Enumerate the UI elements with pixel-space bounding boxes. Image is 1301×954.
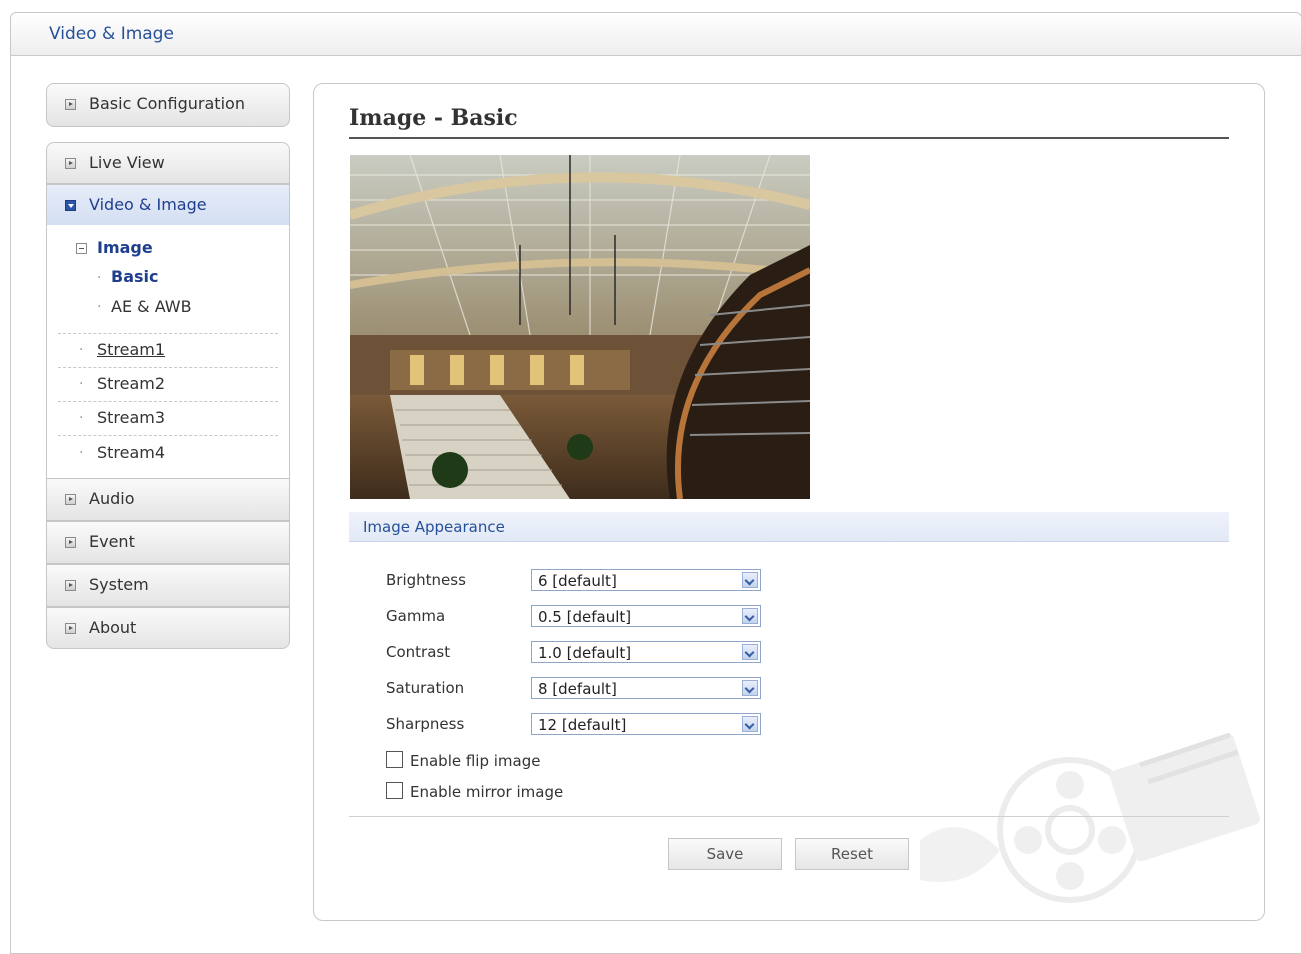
dropdown-arrow-icon — [742, 572, 758, 588]
collapsed-square-icon — [65, 158, 76, 169]
divider — [58, 435, 278, 436]
dropdown-arrow-icon — [742, 716, 758, 732]
tree-item-ae-awb[interactable]: AE & AWB — [111, 297, 192, 316]
saturation-label: Saturation — [386, 679, 465, 697]
dropdown-arrow-icon — [742, 644, 758, 660]
divider — [58, 333, 278, 334]
expanded-square-icon — [65, 200, 76, 211]
divider — [58, 367, 278, 368]
bullet-icon: · — [79, 445, 84, 461]
collapsed-square-icon — [65, 623, 76, 634]
divider — [58, 401, 278, 402]
sidebar-item-video-image[interactable]: Video & Image — [46, 184, 290, 226]
gamma-value: 0.5 [default] — [538, 608, 632, 626]
sidebar-item-event[interactable]: Event — [46, 521, 290, 564]
dropdown-arrow-icon — [742, 680, 758, 696]
gamma-select[interactable]: 0.5 [default] — [531, 605, 761, 627]
tree-item-stream2[interactable]: Stream2 — [97, 374, 165, 393]
gamma-label: Gamma — [386, 607, 446, 625]
film-reel-icon — [920, 732, 1260, 903]
section-title: Image Appearance — [363, 518, 505, 536]
brightness-select[interactable]: 6 [default] — [531, 569, 761, 591]
divider — [349, 816, 1229, 817]
sidebar-item-audio[interactable]: Audio — [46, 478, 290, 521]
collapsed-square-icon — [65, 494, 76, 505]
tree-item-stream1[interactable]: Stream1 — [97, 340, 165, 359]
sidebar-item-label: System — [89, 575, 149, 594]
video-preview-image — [350, 155, 810, 499]
flip-image-checkbox[interactable] — [386, 751, 403, 768]
sidebar-item-label: Video & Image — [89, 195, 207, 214]
sharpness-select[interactable]: 12 [default] — [531, 713, 761, 735]
top-bar: Video & Image — [11, 13, 1301, 56]
sidebar-item-label: Basic Configuration — [89, 94, 245, 113]
page-title: Image - Basic — [349, 105, 518, 131]
contrast-value: 1.0 [default] — [538, 644, 632, 662]
tree-item-stream4[interactable]: Stream4 — [97, 443, 165, 462]
sidebar-item-basic-configuration[interactable]: Basic Configuration — [46, 83, 290, 127]
contrast-label: Contrast — [386, 643, 451, 661]
tree-item-stream3[interactable]: Stream3 — [97, 408, 165, 427]
sidebar-item-label: Event — [89, 532, 135, 551]
sharpness-value: 12 [default] — [538, 716, 627, 734]
bullet-icon: · — [97, 299, 102, 315]
sharpness-label: Sharpness — [386, 715, 465, 733]
bullet-icon: · — [79, 342, 84, 358]
sidebar-item-system[interactable]: System — [46, 564, 290, 607]
sidebar-item-label: Live View — [89, 153, 165, 172]
saturation-select[interactable]: 8 [default] — [531, 677, 761, 699]
mirror-image-label[interactable]: Enable mirror image — [410, 783, 563, 801]
brightness-value: 6 [default] — [538, 572, 617, 590]
sidebar-item-about[interactable]: About — [46, 607, 290, 649]
mirror-image-checkbox[interactable] — [386, 782, 403, 799]
collapsed-square-icon — [65, 99, 76, 110]
sidebar-item-label: Audio — [89, 489, 135, 508]
sidebar-item-label: About — [89, 618, 137, 637]
bullet-icon: · — [97, 270, 102, 286]
collapsed-square-icon — [65, 580, 76, 591]
bullet-icon: · — [79, 376, 84, 392]
saturation-value: 8 [default] — [538, 680, 617, 698]
brightness-label: Brightness — [386, 571, 466, 589]
tree-minus-icon[interactable] — [76, 243, 87, 254]
page-header-title: Video & Image — [49, 24, 174, 44]
save-button[interactable]: Save — [668, 838, 782, 870]
section-header-image-appearance: Image Appearance — [349, 512, 1229, 542]
title-underline — [349, 137, 1229, 139]
bullet-icon: · — [79, 410, 84, 426]
sidebar-item-live-view[interactable]: Live View — [46, 142, 290, 184]
reset-button[interactable]: Reset — [795, 838, 909, 870]
contrast-select[interactable]: 1.0 [default] — [531, 641, 761, 663]
dropdown-arrow-icon — [742, 608, 758, 624]
tree-item-basic[interactable]: Basic — [111, 267, 158, 286]
collapsed-square-icon — [65, 537, 76, 548]
tree-item-image[interactable]: Image — [97, 238, 153, 257]
flip-image-label[interactable]: Enable flip image — [410, 752, 541, 770]
